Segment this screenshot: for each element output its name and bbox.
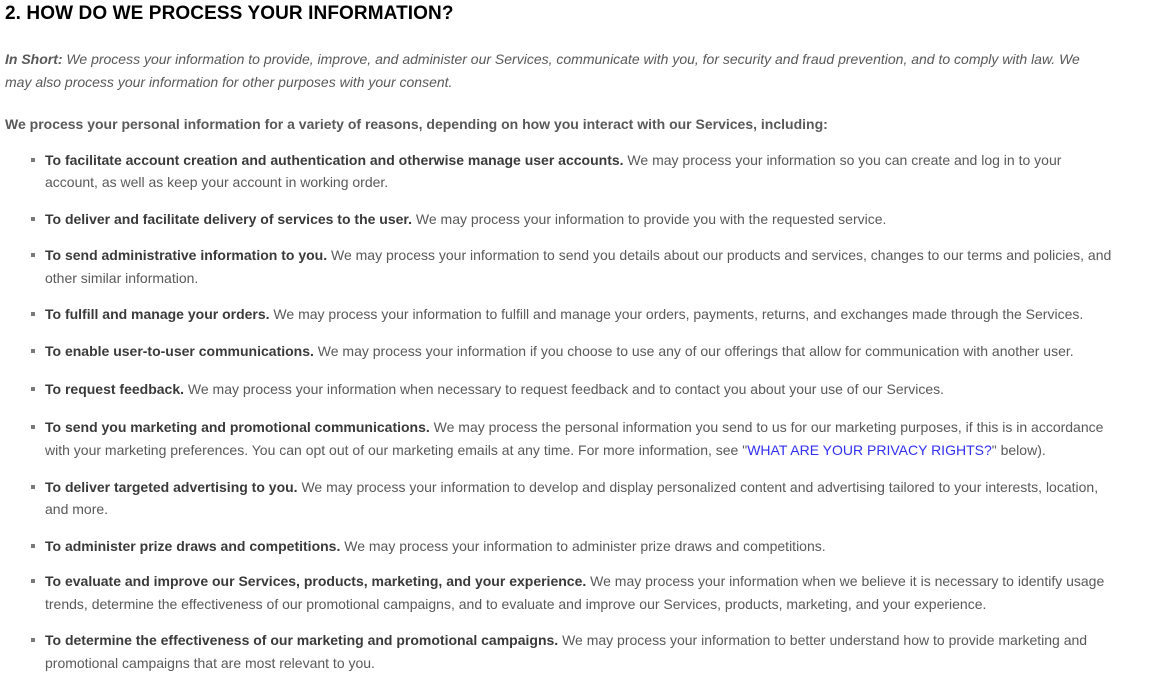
purpose-item-feedback: To request feedback. We may process your… xyxy=(5,378,1115,400)
purpose-title: To deliver targeted advertising to you. xyxy=(45,479,298,496)
purpose-text-after: " below). xyxy=(991,441,1046,458)
in-short-label: In Short: xyxy=(5,51,63,67)
square-bullet-icon xyxy=(31,386,35,391)
purpose-item-administrative-info: To send administrative information to yo… xyxy=(5,244,1115,289)
purpose-title: To fulfill and manage your orders. xyxy=(45,306,270,323)
privacy-rights-link[interactable]: WHAT ARE YOUR PRIVACY RIGHTS? xyxy=(747,442,992,458)
purpose-item-marketing: To send you marketing and promotional co… xyxy=(5,416,1115,461)
purpose-item-prize-draws: To administer prize draws and competitio… xyxy=(5,535,1115,557)
purpose-text: We may process your information to provi… xyxy=(412,210,887,227)
privacy-policy-section: 2. HOW DO WE PROCESS YOUR INFORMATION? I… xyxy=(0,0,1151,689)
purpose-title: To administer prize draws and competitio… xyxy=(45,537,341,554)
purpose-item-user-communications: To enable user-to-user communications. W… xyxy=(5,340,1115,362)
purpose-title: To enable user-to-user communications. xyxy=(45,343,314,360)
purpose-item-account-creation: To facilitate account creation and authe… xyxy=(5,149,1115,194)
purpose-item-service-delivery: To deliver and facilitate delivery of se… xyxy=(5,208,1115,230)
purpose-item-targeted-advertising: To deliver targeted advertising to you. … xyxy=(5,476,1115,521)
square-bullet-icon xyxy=(31,253,35,258)
square-bullet-icon xyxy=(31,638,35,643)
purpose-title: To deliver and facilitate delivery of se… xyxy=(45,210,412,227)
purpose-text: We may process your information to fulfi… xyxy=(269,306,1084,323)
in-short-summary: In Short: We process your information to… xyxy=(5,48,1090,93)
square-bullet-icon xyxy=(31,216,35,221)
square-bullet-icon xyxy=(31,158,35,162)
purpose-text: We may process your information if you c… xyxy=(313,343,1074,360)
purpose-item-orders: To fulfill and manage your orders. We ma… xyxy=(5,303,1115,325)
purpose-text: We may process your information when nec… xyxy=(184,380,945,397)
purpose-list: To facilitate account creation and authe… xyxy=(5,149,1151,674)
processing-intro: We process your personal information for… xyxy=(5,116,828,132)
purpose-title: To request feedback. xyxy=(45,380,185,397)
purpose-item-evaluate-improve: To evaluate and improve our Services, pr… xyxy=(5,570,1115,615)
section-title: 2. HOW DO WE PROCESS YOUR INFORMATION? xyxy=(5,3,454,24)
purpose-title: To evaluate and improve our Services, pr… xyxy=(45,573,587,590)
square-bullet-icon xyxy=(31,485,35,490)
purpose-title: To send administrative information to yo… xyxy=(45,247,328,264)
purpose-title: To determine the effectiveness of our ma… xyxy=(45,632,559,649)
purpose-item-campaign-effectiveness: To determine the effectiveness of our ma… xyxy=(5,629,1115,674)
purpose-text: We may process your information to admin… xyxy=(340,537,826,554)
square-bullet-icon xyxy=(31,579,35,584)
in-short-text: We process your information to provide, … xyxy=(5,51,1080,90)
square-bullet-icon xyxy=(31,349,35,354)
square-bullet-icon xyxy=(31,312,35,317)
square-bullet-icon xyxy=(31,543,35,548)
square-bullet-icon xyxy=(31,425,35,430)
purpose-title: To send you marketing and promotional co… xyxy=(45,419,430,436)
purpose-title: To facilitate account creation and authe… xyxy=(45,152,624,168)
